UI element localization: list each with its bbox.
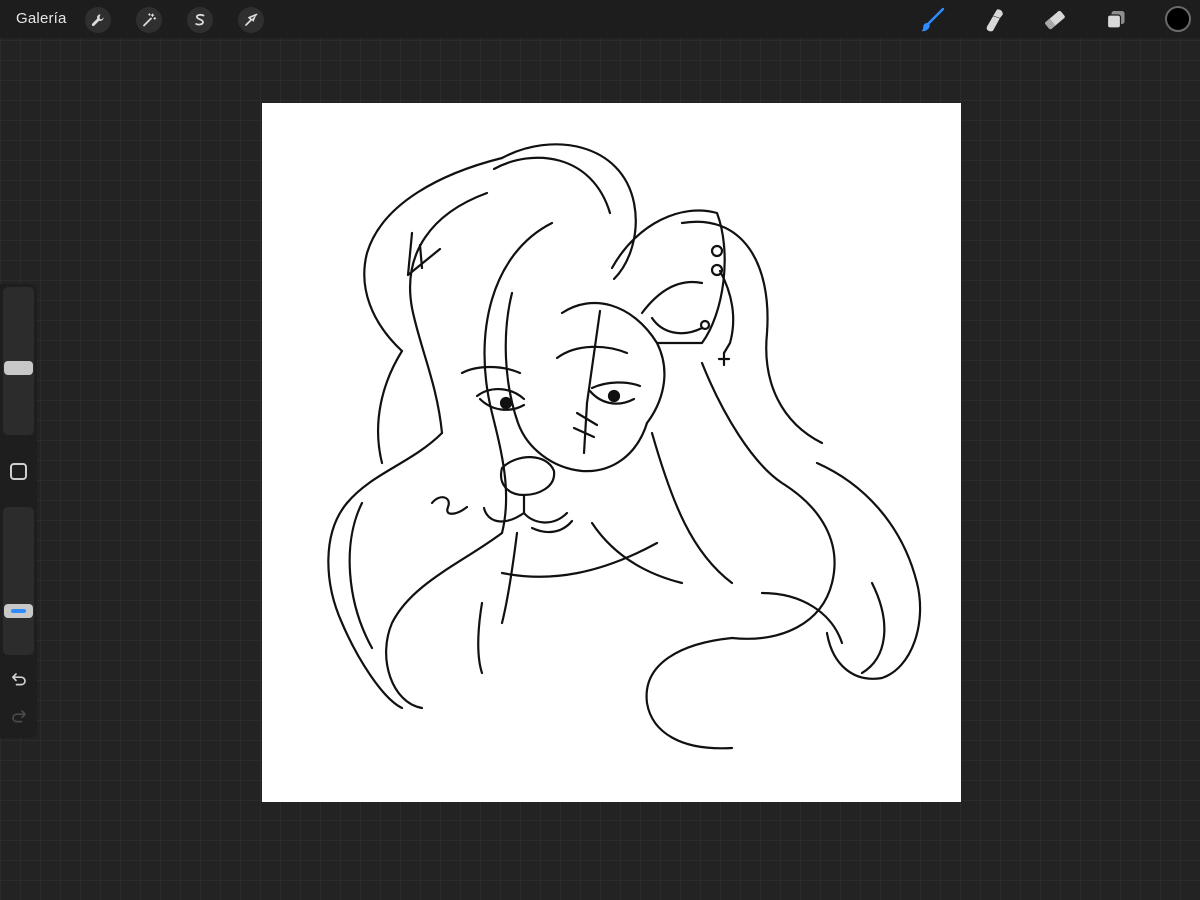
brush-size-slider[interactable] — [3, 287, 34, 435]
transform-button[interactable] — [238, 7, 264, 33]
opacity-slider[interactable] — [3, 507, 34, 655]
undo-icon — [11, 672, 26, 685]
wrench-icon — [91, 14, 104, 27]
smudge-icon — [986, 9, 1003, 32]
layers-icon — [1106, 11, 1125, 29]
modify-button[interactable] — [10, 463, 27, 480]
magic-wand-icon — [143, 13, 157, 27]
top-toolbar: Galería — [0, 0, 1200, 38]
selection-s-icon — [195, 13, 205, 26]
lioness-line-art — [327, 143, 922, 750]
actions-button[interactable] — [85, 7, 111, 33]
brush-tool-button[interactable] — [918, 5, 948, 35]
undo-button[interactable] — [8, 668, 29, 689]
redo-button[interactable] — [8, 705, 29, 726]
opacity-thumb-accent — [11, 608, 26, 613]
redo-icon — [11, 709, 26, 722]
gallery-button[interactable]: Galería — [16, 10, 67, 27]
color-picker-swatch[interactable] — [1165, 6, 1191, 32]
brush-icon — [921, 7, 945, 32]
brush-size-thumb[interactable] — [4, 360, 33, 375]
selection-button[interactable] — [187, 7, 213, 33]
layers-button[interactable] — [1101, 5, 1131, 35]
smudge-tool-button[interactable] — [979, 5, 1009, 35]
arrow-cursor-icon — [245, 13, 258, 26]
left-sidebar — [0, 284, 37, 738]
eraser-icon — [1045, 10, 1065, 30]
drawing-canvas[interactable] — [262, 103, 961, 802]
opacity-thumb[interactable] — [4, 603, 33, 618]
adjustments-button[interactable] — [136, 7, 162, 33]
eraser-tool-button[interactable] — [1040, 5, 1070, 35]
